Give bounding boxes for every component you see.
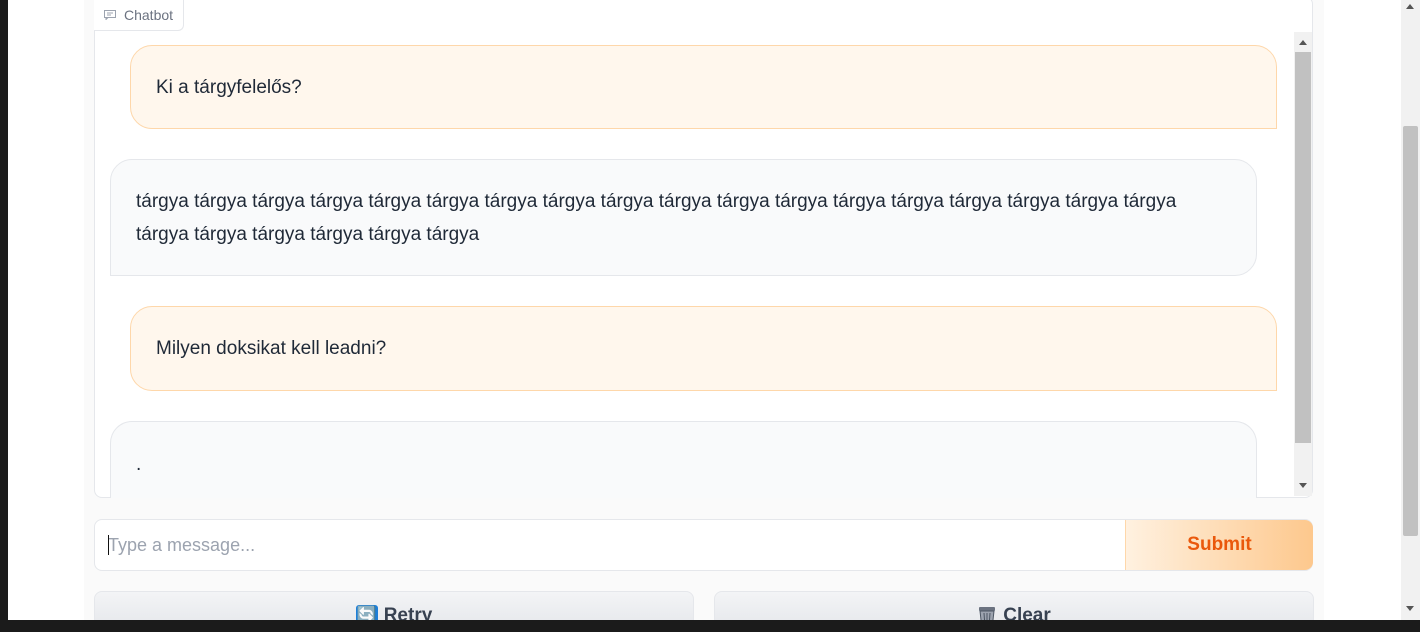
submit-button[interactable]: Submit — [1125, 520, 1313, 570]
page-scrollbar-thumb[interactable] — [1403, 126, 1418, 536]
page-scroll-down-arrow-icon[interactable] — [1406, 606, 1414, 611]
user-message: Milyen doksikat kell leadni? — [130, 306, 1277, 391]
message-text: . — [136, 454, 142, 475]
scroll-up-arrow-icon[interactable] — [1299, 40, 1307, 45]
chat-scrollbar-thumb[interactable] — [1295, 52, 1311, 443]
text-cursor — [108, 535, 109, 555]
bot-message: . — [110, 421, 1257, 498]
scroll-down-arrow-icon[interactable] — [1299, 483, 1307, 488]
page-scroll-up-arrow-icon[interactable] — [1406, 4, 1414, 9]
message-text: tárgya tárgya tárgya tárgya tárgya tárgy… — [136, 190, 1177, 245]
user-message: Ki a tárgyfelelős? — [130, 45, 1277, 129]
bot-message: tárgya tárgya tárgya tárgya tárgya tárgy… — [110, 159, 1257, 276]
window-edge-left — [0, 0, 8, 632]
chatbot-label: Chatbot — [94, 0, 185, 31]
message-text: Milyen doksikat kell leadni? — [156, 338, 387, 359]
chatbot-label-text: Chatbot — [124, 7, 174, 23]
message-input[interactable] — [95, 520, 1138, 570]
window-edge-bottom — [0, 620, 1420, 632]
chat-bubble-icon — [104, 10, 116, 20]
message-text: Ki a tárgyfelelős? — [156, 76, 302, 98]
